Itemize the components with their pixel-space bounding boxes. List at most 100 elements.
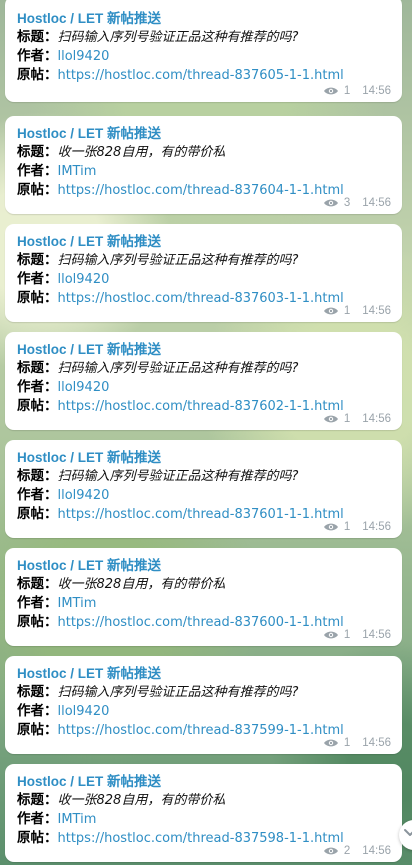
title-row: 标题：扫码输入序列号验证正品这种有推荐的吗?	[17, 251, 390, 270]
view-count: 1	[343, 629, 351, 641]
eye-icon	[323, 738, 339, 748]
view-count: 3	[343, 197, 351, 209]
message-bubble[interactable]: Hostloc / LET 新帖推送 标题：收一张828自用，有的带价私 作者：…	[5, 764, 402, 862]
message-bubble[interactable]: Hostloc / LET 新帖推送 标题：扫码输入序列号验证正品这种有推荐的吗…	[5, 224, 402, 322]
post-title: 扫码输入序列号验证正品这种有推荐的吗?	[57, 253, 299, 268]
post-link[interactable]: https://hostloc.com/thread-837601-1-1.ht…	[58, 507, 344, 522]
post-title: 扫码输入序列号验证正品这种有推荐的吗?	[57, 685, 299, 700]
author-label: 作者：	[17, 379, 58, 394]
message-meta: 1 14:56	[323, 305, 391, 317]
message-sender[interactable]: Hostloc / LET 新帖推送	[17, 557, 390, 575]
view-count: 1	[343, 85, 351, 97]
message-time: 14:56	[362, 197, 391, 209]
post-author[interactable]: llol9420	[58, 272, 110, 287]
author-row: 作者：IMTim	[17, 162, 390, 181]
message-sender[interactable]: Hostloc / LET 新帖推送	[17, 341, 390, 359]
message-sender[interactable]: Hostloc / LET 新帖推送	[17, 773, 390, 791]
post-link[interactable]: https://hostloc.com/thread-837605-1-1.ht…	[58, 68, 344, 83]
post-link[interactable]: https://hostloc.com/thread-837599-1-1.ht…	[58, 723, 344, 738]
post-title: 扫码输入序列号验证正品这种有推荐的吗?	[57, 361, 299, 376]
author-row: 作者：llol9420	[17, 486, 390, 505]
link-label: 原帖：	[17, 290, 58, 305]
eye-icon	[323, 630, 339, 640]
post-link[interactable]: https://hostloc.com/thread-837602-1-1.ht…	[58, 399, 344, 414]
message-sender[interactable]: Hostloc / LET 新帖推送	[17, 449, 390, 467]
message-meta: 3 14:56	[323, 197, 391, 209]
message-time: 14:56	[362, 305, 391, 317]
message-bubble[interactable]: Hostloc / LET 新帖推送 标题：收一张828自用，有的带价私 作者：…	[5, 548, 402, 646]
title-row: 标题：扫码输入序列号验证正品这种有推荐的吗?	[17, 683, 390, 702]
author-label: 作者：	[17, 48, 58, 63]
title-label: 标题：	[17, 468, 58, 483]
message-bubble[interactable]: Hostloc / LET 新帖推送 标题：扫码输入序列号验证正品这种有推荐的吗…	[5, 440, 402, 538]
title-row: 标题：收一张828自用，有的带价私	[17, 791, 390, 810]
chevron-down-icon	[404, 829, 412, 836]
message-meta: 1 14:56	[323, 413, 391, 425]
message-sender[interactable]: Hostloc / LET 新帖推送	[17, 233, 390, 251]
message-time: 14:56	[362, 629, 391, 641]
author-label: 作者：	[17, 595, 58, 610]
link-label: 原帖：	[17, 67, 58, 82]
view-count: 2	[343, 845, 351, 857]
message-sender[interactable]: Hostloc / LET 新帖推送	[17, 125, 390, 143]
message-time: 14:56	[362, 85, 391, 97]
title-row: 标题：扫码输入序列号验证正品这种有推荐的吗?	[17, 28, 390, 47]
post-title: 收一张828自用，有的带价私	[57, 793, 226, 808]
message-sender[interactable]: Hostloc / LET 新帖推送	[17, 665, 390, 683]
eye-icon	[323, 846, 339, 856]
author-label: 作者：	[17, 703, 58, 718]
eye-icon	[323, 306, 339, 316]
title-row: 标题：扫码输入序列号验证正品这种有推荐的吗?	[17, 467, 390, 486]
post-author[interactable]: llol9420	[58, 380, 110, 395]
title-label: 标题：	[17, 576, 58, 591]
message-time: 14:56	[362, 845, 391, 857]
author-label: 作者：	[17, 811, 58, 826]
title-label: 标题：	[17, 360, 58, 375]
post-author[interactable]: IMTim	[58, 596, 97, 611]
view-count: 1	[343, 521, 351, 533]
post-link[interactable]: https://hostloc.com/thread-837604-1-1.ht…	[58, 183, 344, 198]
author-row: 作者：IMTim	[17, 810, 390, 829]
message-meta: 2 14:56	[323, 845, 391, 857]
eye-icon	[323, 522, 339, 532]
author-row: 作者：llol9420	[17, 702, 390, 721]
post-author[interactable]: llol9420	[58, 488, 110, 503]
view-count: 1	[343, 305, 351, 317]
message-sender[interactable]: Hostloc / LET 新帖推送	[17, 10, 390, 28]
post-link[interactable]: https://hostloc.com/thread-837600-1-1.ht…	[58, 615, 344, 630]
author-label: 作者：	[17, 271, 58, 286]
message-bubble[interactable]: Hostloc / LET 新帖推送 标题：扫码输入序列号验证正品这种有推荐的吗…	[5, 0, 402, 102]
message-bubble[interactable]: Hostloc / LET 新帖推送 标题：收一张828自用，有的带价私 作者：…	[5, 116, 402, 214]
link-label: 原帖：	[17, 398, 58, 413]
post-author[interactable]: IMTim	[58, 812, 97, 827]
post-link[interactable]: https://hostloc.com/thread-837598-1-1.ht…	[58, 831, 344, 846]
message-meta: 1 14:56	[323, 85, 391, 97]
author-row: 作者：llol9420	[17, 270, 390, 289]
title-row: 标题：收一张828自用，有的带价私	[17, 575, 390, 594]
post-title: 扫码输入序列号验证正品这种有推荐的吗?	[57, 469, 299, 484]
title-label: 标题：	[17, 792, 58, 807]
eye-icon	[323, 86, 339, 96]
link-row: 原帖：https://hostloc.com/thread-837605-1-1…	[17, 66, 390, 85]
message-meta: 1 14:56	[323, 521, 391, 533]
title-label: 标题：	[17, 144, 58, 159]
post-link[interactable]: https://hostloc.com/thread-837603-1-1.ht…	[58, 291, 344, 306]
post-author[interactable]: llol9420	[58, 49, 110, 64]
post-title: 收一张828自用，有的带价私	[57, 577, 226, 592]
post-author[interactable]: IMTim	[58, 164, 97, 179]
link-label: 原帖：	[17, 182, 58, 197]
view-count: 1	[343, 737, 351, 749]
message-time: 14:56	[362, 737, 391, 749]
message-bubble[interactable]: Hostloc / LET 新帖推送 标题：扫码输入序列号验证正品这种有推荐的吗…	[5, 656, 402, 754]
eye-icon	[323, 414, 339, 424]
title-row: 标题：收一张828自用，有的带价私	[17, 143, 390, 162]
author-row: 作者：llol9420	[17, 47, 390, 66]
title-row: 标题：扫码输入序列号验证正品这种有推荐的吗?	[17, 359, 390, 378]
link-label: 原帖：	[17, 506, 58, 521]
author-row: 作者：IMTim	[17, 594, 390, 613]
post-author[interactable]: llol9420	[58, 704, 110, 719]
link-label: 原帖：	[17, 722, 58, 737]
title-label: 标题：	[17, 29, 58, 44]
title-label: 标题：	[17, 684, 58, 699]
message-bubble[interactable]: Hostloc / LET 新帖推送 标题：扫码输入序列号验证正品这种有推荐的吗…	[5, 332, 402, 430]
